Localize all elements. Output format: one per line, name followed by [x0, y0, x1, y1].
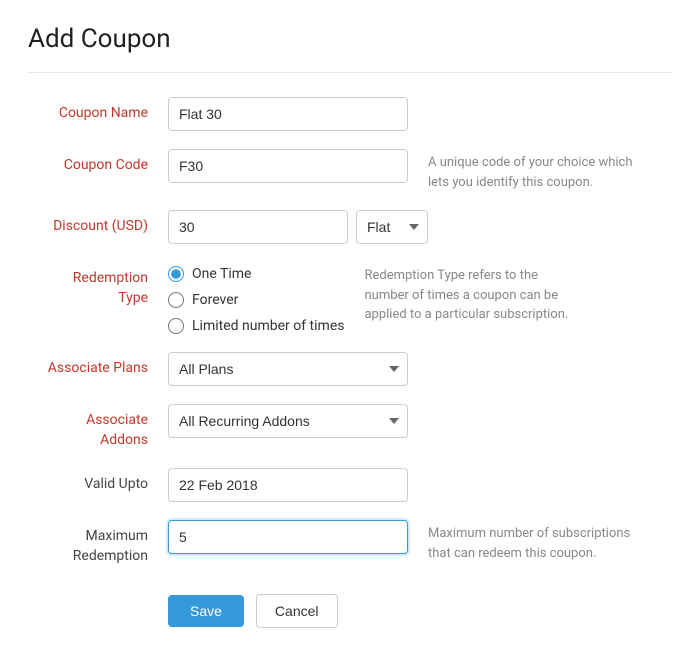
- redemption-type-field: One Time Forever Limited number of times…: [168, 262, 672, 334]
- redemption-radio-group: One Time Forever Limited number of times: [168, 262, 344, 334]
- coupon-name-label: Coupon Name: [28, 97, 168, 124]
- discount-label: Discount (USD): [28, 210, 168, 237]
- associate-addons-field: All Recurring Addons Specific Addons: [168, 404, 672, 438]
- valid-upto-input[interactable]: [168, 468, 408, 502]
- associate-addons-row: AssociateAddons All Recurring Addons Spe…: [28, 404, 672, 450]
- valid-upto-row: Valid Upto: [28, 468, 672, 502]
- redemption-type-row: RedemptionType One Time Forever Limited …: [28, 262, 672, 334]
- coupon-code-label: Coupon Code: [28, 149, 168, 176]
- page-title: Add Coupon: [28, 24, 672, 54]
- associate-addons-label: AssociateAddons: [28, 404, 168, 450]
- associate-addons-select[interactable]: All Recurring Addons Specific Addons: [168, 404, 408, 438]
- radio-limited[interactable]: Limited number of times: [168, 318, 344, 334]
- redemption-type-helper: Redemption Type refers to the number of …: [364, 262, 584, 325]
- cancel-button[interactable]: Cancel: [256, 594, 338, 628]
- redemption-type-label: RedemptionType: [28, 262, 168, 308]
- radio-forever-label: Forever: [192, 292, 238, 308]
- coupon-code-input[interactable]: [168, 149, 408, 183]
- button-row: Save Cancel: [28, 594, 672, 628]
- coupon-name-row: Coupon Name: [28, 97, 672, 131]
- discount-input-group: Flat Percent: [168, 210, 428, 244]
- max-redemption-field: Maximum number of subscriptions that can…: [168, 520, 672, 563]
- discount-input[interactable]: [168, 210, 348, 244]
- coupon-name-input[interactable]: [168, 97, 408, 131]
- max-redemption-label: MaximumRedemption: [28, 520, 168, 566]
- associate-plans-label: Associate Plans: [28, 352, 168, 379]
- save-button[interactable]: Save: [168, 595, 244, 627]
- associate-plans-field: All Plans Specific Plans: [168, 352, 672, 386]
- associate-plans-select[interactable]: All Plans Specific Plans: [168, 352, 408, 386]
- coupon-name-field: [168, 97, 672, 131]
- divider: [28, 72, 672, 73]
- max-redemption-helper: Maximum number of subscriptions that can…: [428, 520, 648, 563]
- valid-upto-field: [168, 468, 672, 502]
- coupon-code-row: Coupon Code A unique code of your choice…: [28, 149, 672, 192]
- radio-limited-input[interactable]: [168, 318, 184, 334]
- associate-plans-row: Associate Plans All Plans Specific Plans: [28, 352, 672, 386]
- radio-one-time[interactable]: One Time: [168, 266, 344, 282]
- max-redemption-input[interactable]: [168, 520, 408, 554]
- discount-row: Discount (USD) Flat Percent: [28, 210, 672, 244]
- page-container: Add Coupon Coupon Name Coupon Code A uni…: [0, 0, 700, 652]
- coupon-code-helper: A unique code of your choice which lets …: [428, 149, 648, 192]
- discount-type-select[interactable]: Flat Percent: [356, 210, 428, 244]
- coupon-code-field: A unique code of your choice which lets …: [168, 149, 672, 192]
- radio-forever-input[interactable]: [168, 292, 184, 308]
- radio-limited-label: Limited number of times: [192, 318, 344, 334]
- valid-upto-label: Valid Upto: [28, 468, 168, 495]
- max-redemption-row: MaximumRedemption Maximum number of subs…: [28, 520, 672, 566]
- radio-one-time-input[interactable]: [168, 266, 184, 282]
- radio-one-time-label: One Time: [192, 266, 251, 282]
- radio-forever[interactable]: Forever: [168, 292, 344, 308]
- discount-field: Flat Percent: [168, 210, 672, 244]
